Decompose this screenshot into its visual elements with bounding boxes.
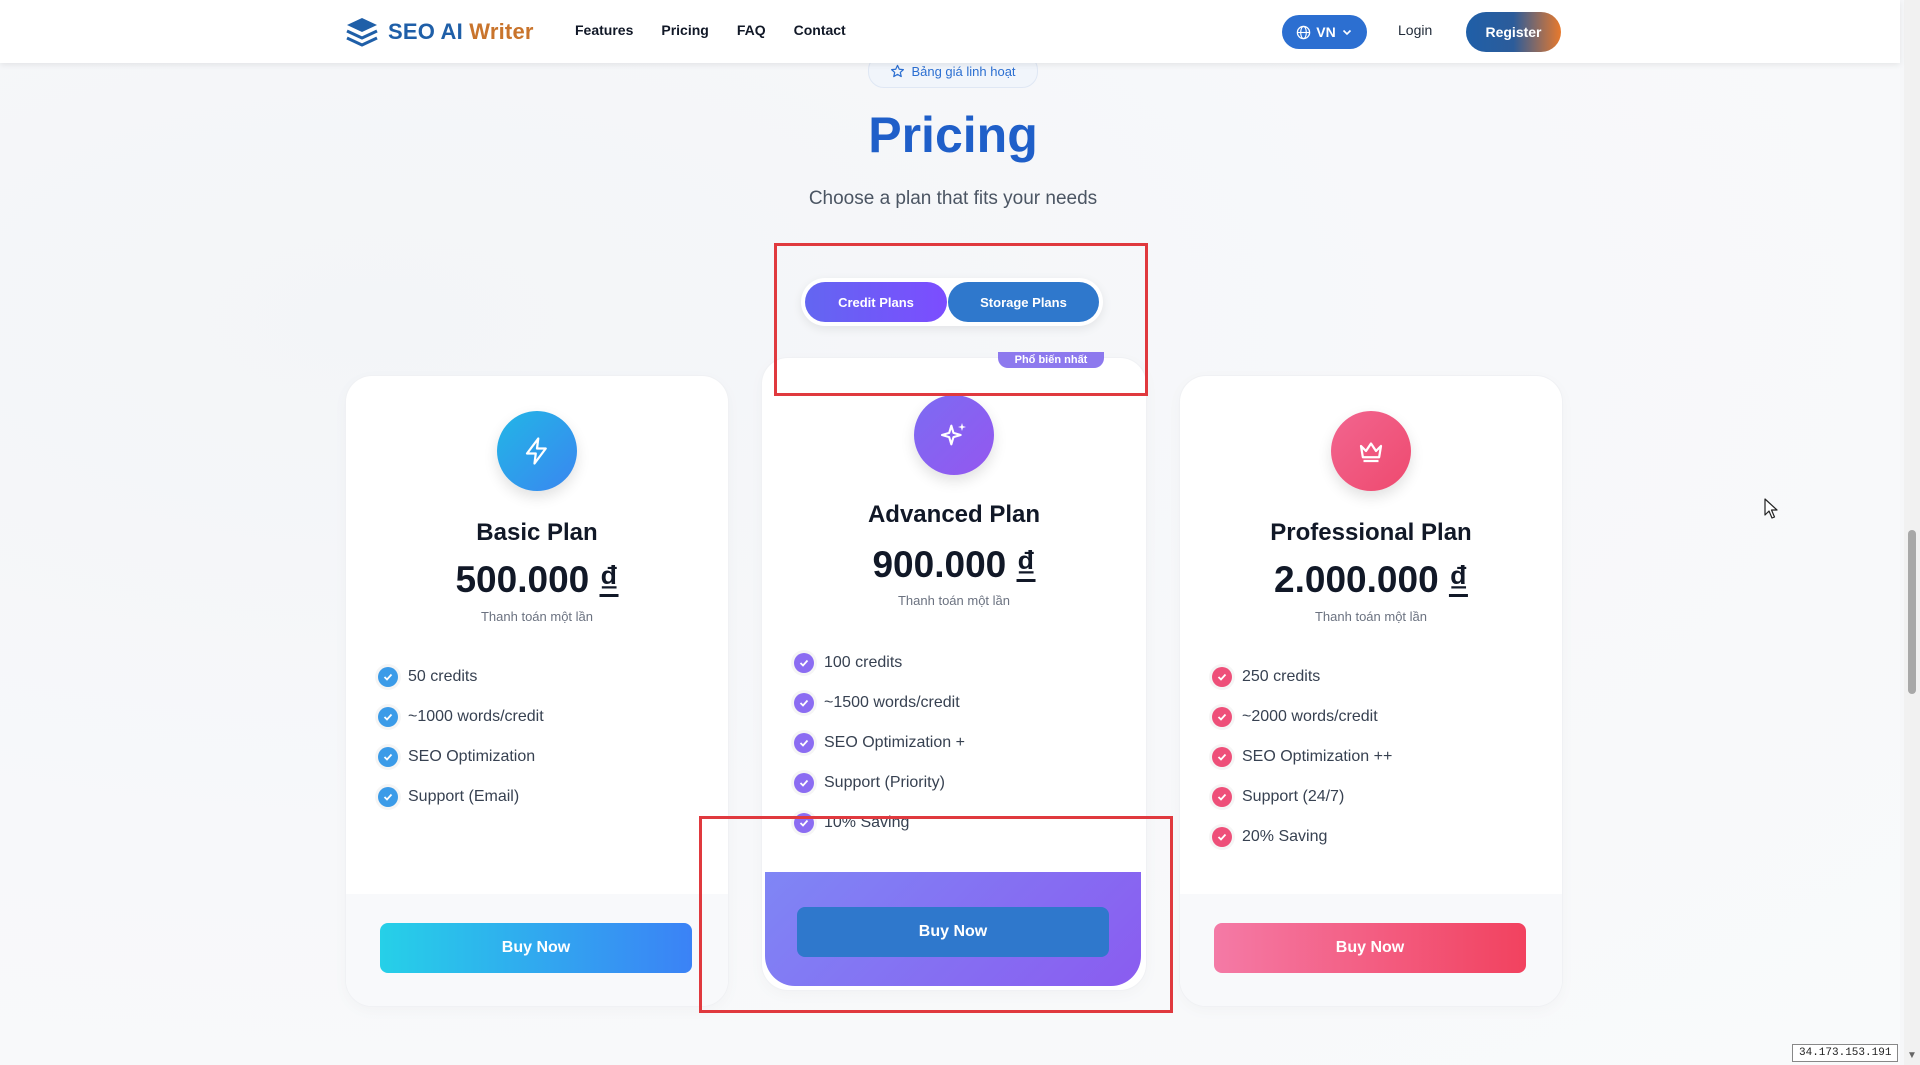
list-item: 250 credits — [1212, 657, 1392, 697]
logo-text-part1: SEO AI — [388, 19, 463, 44]
storage-plans-tab[interactable]: Storage Plans — [948, 282, 1099, 322]
feature-text: Support (Email) — [408, 788, 520, 805]
check-icon — [1212, 667, 1232, 687]
plan-card-basic: Basic Plan 500.000 ₫ Thanh toán một lần … — [346, 376, 728, 1006]
price-currency: ₫ — [599, 559, 619, 600]
badge-label: Bảng giá linh hoạt — [911, 63, 1016, 79]
feature-text: 250 credits — [1242, 668, 1321, 685]
plan-card-advanced: Phổ biến nhất Advanced Plan 900.000 ₫ Th… — [762, 352, 1146, 990]
price-currency: ₫ — [1016, 544, 1036, 585]
feature-text: 100 credits — [824, 654, 903, 671]
payment-note: Thanh toán một lần — [897, 593, 1011, 608]
page-subtitle: Choose a plan that fits your needs — [808, 188, 1098, 209]
feature-text: SEO Optimization + — [824, 734, 965, 751]
plan-price: 2.000.000 ₫ — [1180, 559, 1562, 601]
list-item: SEO Optimization + — [794, 723, 965, 763]
lightning-icon — [497, 411, 577, 491]
check-icon — [794, 693, 814, 713]
vertical-scrollbar[interactable]: ▼ — [1904, 0, 1920, 1065]
plan-card-professional: Professional Plan 2.000.000 ₫ Thanh toán… — [1180, 376, 1562, 1006]
feature-text: ~1000 words/credit — [408, 708, 544, 725]
list-item: 100 credits — [794, 643, 965, 683]
feature-list: 250 credits ~2000 words/credit SEO Optim… — [1212, 657, 1392, 857]
logo-text-part2: Writer — [469, 19, 534, 44]
check-icon — [378, 747, 398, 767]
list-item: 50 credits — [378, 657, 544, 697]
plan-name: Professional Plan — [1270, 519, 1472, 546]
logo-text: SEO AI Writer — [388, 19, 534, 45]
scroll-down-arrow-icon[interactable]: ▼ — [1907, 1050, 1917, 1061]
list-item: ~2000 words/credit — [1212, 697, 1392, 737]
chevron-down-icon — [1342, 29, 1351, 36]
plan-price: 500.000 ₫ — [346, 559, 728, 601]
list-item: ~1500 words/credit — [794, 683, 965, 723]
plan-price: 900.000 ₫ — [762, 544, 1146, 586]
feature-text: 20% Saving — [1242, 828, 1328, 845]
credit-plans-tab[interactable]: Credit Plans — [805, 282, 947, 322]
nav-contact[interactable]: Contact — [794, 22, 846, 38]
logo[interactable]: SEO AI Writer — [344, 14, 534, 50]
language-label: VN — [1316, 24, 1336, 40]
check-icon — [794, 813, 814, 833]
list-item: Support (Email) — [378, 777, 544, 817]
check-icon — [1212, 827, 1232, 847]
buy-now-button-basic[interactable]: Buy Now — [380, 923, 692, 973]
feature-text: ~2000 words/credit — [1242, 708, 1378, 725]
list-item: SEO Optimization — [378, 737, 544, 777]
list-item: Support (Priority) — [794, 763, 965, 803]
price-value: 500.000 — [455, 559, 590, 600]
feature-text: 10% Saving — [824, 814, 910, 831]
nav-features[interactable]: Features — [575, 22, 633, 38]
payment-note: Thanh toán một lần — [1314, 609, 1428, 624]
payment-note: Thanh toán một lần — [480, 609, 594, 624]
price-value: 900.000 — [872, 544, 1007, 585]
check-icon — [378, 787, 398, 807]
login-link[interactable]: Login — [1398, 22, 1432, 38]
list-item: SEO Optimization ++ — [1212, 737, 1392, 777]
check-icon — [794, 773, 814, 793]
feature-text: SEO Optimization ++ — [1242, 748, 1393, 765]
crown-icon — [1331, 411, 1411, 491]
list-item: 10% Saving — [794, 803, 965, 843]
main-nav: Features Pricing FAQ Contact — [575, 22, 846, 38]
sparkles-icon — [914, 395, 994, 475]
plan-name: Basic Plan — [476, 519, 598, 546]
nav-pricing[interactable]: Pricing — [661, 22, 708, 38]
popular-badge: Phổ biến nhất — [998, 352, 1104, 368]
top-navbar: SEO AI Writer Features Pricing FAQ Conta… — [0, 0, 1900, 63]
ip-address-label: 34.173.153.191 — [1792, 1044, 1899, 1062]
language-selector[interactable]: VN — [1282, 15, 1367, 49]
feature-list: 100 credits ~1500 words/credit SEO Optim… — [794, 643, 965, 843]
feature-list: 50 credits ~1000 words/credit SEO Optimi… — [378, 657, 544, 817]
check-icon — [1212, 747, 1232, 767]
feature-text: Support (Priority) — [824, 774, 945, 791]
check-icon — [1212, 787, 1232, 807]
feature-text: SEO Optimization — [408, 748, 536, 765]
globe-icon — [1297, 25, 1311, 39]
list-item: ~1000 words/credit — [378, 697, 544, 737]
check-icon — [794, 733, 814, 753]
feature-text: ~1500 words/credit — [824, 694, 960, 711]
plan-name: Advanced Plan — [867, 501, 1041, 528]
buy-now-button-advanced[interactable]: Buy Now — [797, 907, 1109, 957]
buy-now-button-professional[interactable]: Buy Now — [1214, 923, 1526, 973]
plan-type-toggle: Credit Plans Storage Plans — [801, 278, 1103, 326]
layers-logo-icon — [346, 18, 378, 47]
feature-text: 50 credits — [408, 668, 478, 685]
page-title: Pricing — [868, 107, 1038, 163]
price-value: 2.000.000 — [1274, 559, 1439, 600]
check-icon — [378, 667, 398, 687]
check-icon — [1212, 707, 1232, 727]
star-icon — [891, 64, 905, 77]
list-item: 20% Saving — [1212, 817, 1392, 857]
register-button[interactable]: Register — [1466, 12, 1561, 52]
feature-text: Support (24/7) — [1242, 788, 1345, 805]
price-currency: ₫ — [1448, 559, 1468, 600]
nav-faq[interactable]: FAQ — [737, 22, 766, 38]
mouse-cursor-icon — [1764, 498, 1778, 519]
list-item: Support (24/7) — [1212, 777, 1392, 817]
scrollbar-thumb[interactable] — [1908, 530, 1916, 694]
check-icon — [794, 653, 814, 673]
check-icon — [378, 707, 398, 727]
